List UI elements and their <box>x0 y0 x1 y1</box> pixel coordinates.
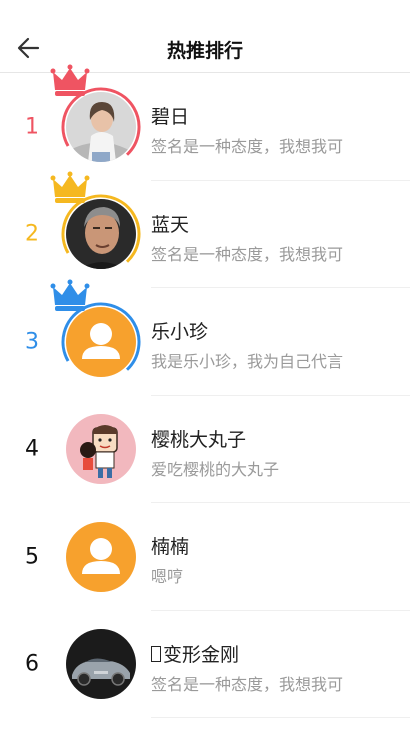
crown-icon <box>50 279 90 311</box>
list-item[interactable]: 3 乐小珍 我是乐小珍，我为自己代言 <box>0 279 410 396</box>
user-signature: 我是乐小珍，我为自己代言 <box>151 352 344 371</box>
avatar-photo <box>66 629 136 700</box>
crown-icon <box>50 171 90 204</box>
user-name: 蓝天 <box>151 213 190 236</box>
avatar[interactable] <box>64 627 138 701</box>
list-item[interactable]: 6 变形金刚 签名是一种态度，我想我可 <box>0 611 410 718</box>
list-item[interactable]: 2 蓝天 签名是一种态度，我想我可 <box>0 171 410 288</box>
top-bar: 热推排行 <box>0 0 410 73</box>
avatar-photo <box>66 414 136 485</box>
avatar[interactable] <box>50 279 141 382</box>
user-name: 樱桃大丸子 <box>151 428 247 451</box>
user-name: 楠楠 <box>151 536 190 558</box>
list-item[interactable]: 1 碧日 签名是一种态度，我想我可 <box>0 64 410 181</box>
avatar[interactable] <box>64 520 138 594</box>
user-signature: 签名是一种态度，我想我可 <box>151 674 344 694</box>
rank-number: 3 <box>25 329 39 355</box>
page-title: 热推排行 <box>166 40 243 62</box>
rank-number: 2 <box>25 221 39 247</box>
avatar[interactable] <box>50 171 141 274</box>
cartoon-avatar-icon <box>66 414 136 485</box>
rank-number: 4 <box>25 436 39 462</box>
user-signature: 签名是一种态度，我想我可 <box>151 244 344 264</box>
rank-number: 1 <box>25 114 39 140</box>
list-item[interactable]: 5 楠楠 嗯哼 <box>0 503 410 611</box>
avatar-photo <box>66 199 136 270</box>
car-photo-icon <box>66 629 136 700</box>
user-signature: 嗯哼 <box>151 567 184 586</box>
user-name: 乐小珍 <box>151 321 209 343</box>
avatar-photo <box>66 306 136 377</box>
divider <box>151 717 410 718</box>
avatar[interactable] <box>50 64 141 167</box>
default-user-icon <box>66 521 136 592</box>
rank-number: 6 <box>25 651 39 677</box>
user-name: 变形金刚 <box>151 640 239 667</box>
missing-glyph-icon <box>151 645 161 662</box>
user-signature: 签名是一种态度，我想我可 <box>151 137 344 156</box>
default-user-icon <box>66 306 136 377</box>
rank-number: 5 <box>25 544 39 570</box>
ranking-list: 1 碧日 签名是一种态度，我想我可 2 蓝天 签名是一种态度，我想我可 3 乐小… <box>0 64 410 718</box>
avatar-photo <box>66 91 136 162</box>
user-name-text: 变形金刚 <box>163 643 240 666</box>
avatar-photo <box>66 521 136 592</box>
list-item[interactable]: 4 樱桃大丸子 爱吃樱桃的大丸子 <box>0 396 410 503</box>
user-name: 碧日 <box>151 106 190 128</box>
crown-icon <box>50 64 90 96</box>
avatar[interactable] <box>64 412 138 486</box>
user-signature: 爱吃樱桃的大丸子 <box>151 459 280 479</box>
